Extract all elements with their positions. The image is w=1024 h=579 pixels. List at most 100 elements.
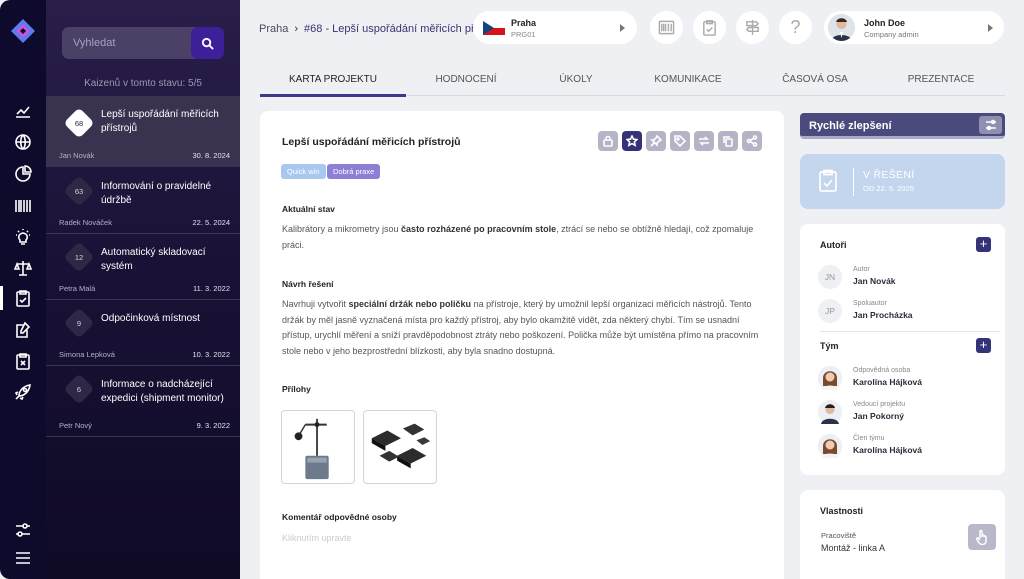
user-name: John Doe bbox=[864, 18, 906, 28]
pie-chart-icon[interactable] bbox=[12, 163, 34, 185]
team-heading: Tým bbox=[820, 341, 839, 351]
project-card: Lepší uspořádání měřicích přístrojů Quic… bbox=[260, 111, 784, 579]
list-item[interactable]: 63 Informování o pravidelné údržbě Radek N… bbox=[46, 168, 240, 234]
edit-document-icon[interactable] bbox=[12, 319, 34, 341]
project-tabs: KARTA PROJEKTU HODNOCENÍ ÚKOLY KOMUNIKAC… bbox=[260, 64, 1005, 97]
barcode-icon[interactable] bbox=[12, 195, 34, 217]
tab-communication[interactable]: KOMUNIKACE bbox=[628, 74, 748, 85]
team-member-entry: Vedoucí projektu Jan Pokorný bbox=[818, 400, 998, 430]
tab-presentation[interactable]: PREZENTACE bbox=[881, 74, 1001, 85]
avatar bbox=[818, 434, 842, 458]
repeat-icon bbox=[699, 136, 709, 146]
copy-icon bbox=[723, 136, 733, 147]
lock-button[interactable] bbox=[598, 131, 618, 151]
globe-icon[interactable] bbox=[12, 131, 34, 153]
checklist-button[interactable] bbox=[693, 11, 726, 44]
dial-indicator-stand-image bbox=[294, 418, 329, 480]
logo-icon[interactable] bbox=[10, 18, 36, 44]
clipboard-check-icon bbox=[703, 20, 716, 36]
status-since: OD 22. 5. 2025 bbox=[863, 184, 914, 193]
sliders-icon bbox=[985, 119, 996, 131]
author-entry: JP Spoluautor Jan Procházka bbox=[818, 299, 998, 329]
person-name: Jan Novák bbox=[853, 276, 896, 286]
tab-timeline[interactable]: ČASOVÁ OSA bbox=[755, 74, 875, 85]
search-input[interactable] bbox=[62, 37, 190, 49]
item-author: Simona Lepková bbox=[59, 350, 115, 359]
chevron-right-icon bbox=[988, 24, 993, 32]
menu-icon[interactable] bbox=[12, 547, 34, 569]
authors-heading: Autoři bbox=[820, 240, 847, 250]
user-role: Company admin bbox=[864, 30, 919, 39]
list-item[interactable]: 6 Informace o nadcházející expedici (ship… bbox=[46, 366, 240, 437]
avatar: JP bbox=[818, 299, 842, 323]
attachment-thumbnail[interactable] bbox=[363, 410, 437, 484]
list-item[interactable]: 12 Automatický skladovací systém Petra Mal… bbox=[46, 234, 240, 300]
favorite-button[interactable] bbox=[622, 131, 642, 151]
person-name: Jan Pokorný bbox=[853, 411, 905, 421]
status-card: V ŘEŠENÍ OD 22. 5. 2025 bbox=[800, 154, 1005, 209]
current-state-heading: Aktuální stav bbox=[282, 204, 335, 214]
signpost-button[interactable] bbox=[736, 11, 769, 44]
top-header: Praha › #68 - Lepší uspořádání měřicích př… bbox=[240, 0, 1024, 56]
search-button[interactable] bbox=[191, 27, 224, 59]
item-date: 11. 3. 2022 bbox=[193, 284, 230, 293]
help-icon: ? bbox=[790, 17, 801, 37]
item-title: Informace o nadcházející expedici (shipm… bbox=[101, 379, 224, 404]
clipboard-check-icon[interactable] bbox=[12, 287, 34, 309]
copy-button[interactable] bbox=[718, 131, 738, 151]
item-title: Automatický skladovací systém bbox=[101, 247, 206, 272]
signpost-icon bbox=[745, 19, 760, 36]
help-button[interactable]: ? bbox=[779, 11, 812, 44]
tab-project-card[interactable]: KARTA PROJEKTU bbox=[260, 74, 406, 85]
avatar bbox=[818, 366, 842, 390]
team-member-entry: Člen týmu Karolína Hájková bbox=[818, 434, 998, 464]
item-author: Jan Novák bbox=[59, 151, 95, 160]
repeat-button[interactable] bbox=[694, 131, 714, 151]
add-author-button[interactable]: + bbox=[976, 237, 991, 252]
person-role: Vedoucí projektu bbox=[853, 401, 906, 408]
holder-trays-image bbox=[371, 423, 431, 469]
current-state-text: Kalibrátory a mikrometry jsou často rozh… bbox=[282, 224, 754, 250]
properties-card: Vlastnosti Pracoviště Montáž - linka A bbox=[800, 490, 1005, 579]
author-entry: JN Autor Jan Novák bbox=[818, 265, 998, 295]
pin-button[interactable] bbox=[646, 131, 666, 151]
chart-icon[interactable] bbox=[12, 99, 34, 121]
tag-quick-win: Quick win bbox=[281, 164, 326, 179]
item-title: Lepší uspořádání měřicích přístrojů bbox=[101, 109, 219, 134]
settings-sliders-icon[interactable] bbox=[12, 519, 34, 541]
list-item[interactable]: 9 Odpočinková místnost Simona Lepková 10. 3… bbox=[46, 300, 240, 366]
kaizen-number-badge: 68 bbox=[63, 107, 95, 139]
tab-tasks[interactable]: ÚKOLY bbox=[516, 74, 636, 85]
rocket-icon[interactable] bbox=[12, 381, 34, 403]
quick-improvement-settings-button[interactable] bbox=[979, 116, 1002, 134]
pointer-button[interactable] bbox=[968, 524, 996, 550]
app-frame: Kaizenů v tomto stavu: 5/5 68Lepší uspoř… bbox=[0, 0, 1024, 579]
search-box bbox=[62, 27, 224, 59]
attachment-thumbnail[interactable] bbox=[281, 410, 355, 484]
item-date: 30. 8. 2024 bbox=[192, 151, 230, 160]
search-icon bbox=[201, 37, 214, 50]
kaizen-list-panel: Kaizenů v tomto stavu: 5/5 68Lepší uspoř… bbox=[46, 0, 240, 579]
clipboard-x-icon[interactable] bbox=[12, 350, 34, 372]
kaizen-count: Kaizenů v tomto stavu: 5/5 bbox=[84, 78, 202, 89]
scales-icon[interactable] bbox=[12, 257, 34, 279]
item-author: Petra Malá bbox=[59, 284, 96, 293]
breadcrumb-root[interactable]: Praha bbox=[259, 23, 288, 35]
share-button[interactable] bbox=[742, 131, 762, 151]
barcode-button[interactable] bbox=[650, 11, 683, 44]
bulb-icon[interactable] bbox=[12, 226, 34, 248]
comment-edit-placeholder[interactable]: Kliknutím upravte bbox=[282, 533, 352, 543]
person-role: Autor bbox=[853, 266, 870, 273]
tab-evaluation[interactable]: HODNOCENÍ bbox=[406, 74, 526, 85]
item-title: Odpočinková místnost bbox=[101, 313, 200, 324]
add-team-member-button[interactable]: + bbox=[976, 338, 991, 353]
list-item[interactable]: 68 Lepší uspořádání měřicích přístrojů Jan… bbox=[46, 96, 240, 167]
item-date: 10. 3. 2022 bbox=[192, 350, 230, 359]
user-menu[interactable]: John Doe Company admin bbox=[824, 11, 1004, 44]
tag-button[interactable] bbox=[670, 131, 690, 151]
share-icon bbox=[746, 135, 758, 147]
quick-improvement-label: Rychlé zlepšení bbox=[809, 120, 892, 132]
location-selector[interactable]: Praha PRG01 bbox=[473, 11, 637, 44]
comment-heading: Komentář odpovědné osoby bbox=[282, 512, 397, 522]
workplace-value[interactable]: Montáž - linka A bbox=[821, 543, 885, 553]
